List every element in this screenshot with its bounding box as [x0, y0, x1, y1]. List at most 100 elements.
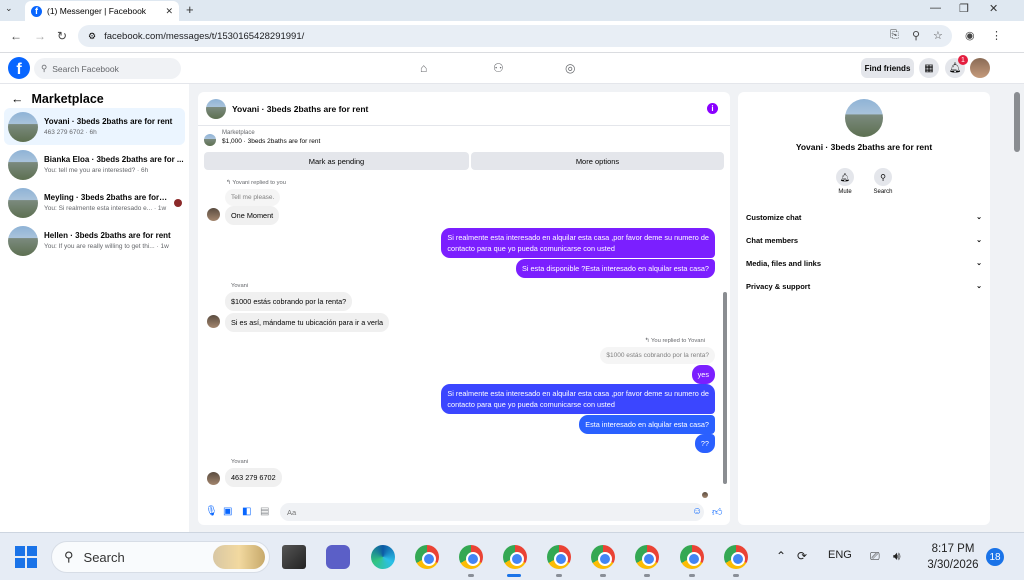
chrome-profile-icon[interactable] [724, 545, 748, 569]
home-icon[interactable]: ⌂ [420, 61, 427, 75]
sender-avatar [207, 208, 220, 221]
emoji-icon[interactable]: ☺ [692, 506, 703, 517]
menu-kebab-icon[interactable]: ⋮ [991, 29, 1002, 42]
message-bubble[interactable]: Si esta disponible ?Esta interesado en a… [515, 259, 715, 278]
conversation-item-bianka[interactable]: Bianka Eloa · 3beds 2baths are for ... Y… [4, 146, 185, 183]
gif-icon[interactable]: ▤ [260, 506, 271, 517]
notification-badge: 1 [958, 55, 968, 65]
running-indicator [468, 574, 474, 577]
zoom-icon[interactable]: ⚲ [912, 29, 920, 42]
sync-icon[interactable]: ⟳ [797, 549, 807, 563]
conversation-title: Yovani · 3beds 2baths are for rent [795, 142, 933, 152]
search-conversation-button[interactable]: ⚲ Search [868, 168, 898, 195]
find-friends-button[interactable]: Find friends [861, 58, 914, 78]
customize-chat-row[interactable]: Customize chat ⌄ [746, 213, 982, 222]
message-bubble[interactable]: 463 279 6702 [225, 468, 282, 487]
message-bubble[interactable]: One Moment [225, 206, 280, 225]
task-view-icon[interactable] [282, 545, 306, 569]
marketplace-label: Marketplace [222, 130, 255, 136]
facebook-search-input[interactable]: ⚲ Search Facebook [34, 58, 181, 79]
message-input[interactable] [280, 503, 704, 521]
chrome-profile-icon[interactable] [635, 545, 659, 569]
listing-thumbnail [8, 225, 38, 256]
taskbar-search[interactable]: ⚲ Search [51, 541, 270, 573]
message-bubble[interactable]: Si realmente esta interesado en alquilar… [441, 228, 715, 258]
maximize-button[interactable]: ❐ [959, 2, 969, 15]
taskbar-clock[interactable]: 8:17 PM 3/30/2026 [920, 541, 986, 573]
listing-strip[interactable]: Marketplace $1,000 · 3beds 2baths are fo… [204, 130, 320, 146]
facebook-logo-icon[interactable]: f [8, 57, 30, 79]
menu-grid-icon[interactable]: ▦ [919, 58, 939, 78]
info-icon[interactable]: i [707, 103, 718, 114]
chevron-down-icon: ⌄ [976, 214, 982, 221]
message-bubble[interactable]: yes [691, 365, 715, 384]
chrome-profile-active-icon[interactable] [503, 545, 527, 569]
teams-icon[interactable] [326, 545, 350, 569]
more-options-button[interactable]: More options [471, 152, 724, 170]
chat-listing-avatar[interactable] [206, 98, 226, 119]
show-hidden-icons-chevron-icon[interactable]: ⌃ [776, 549, 786, 563]
privacy-support-row[interactable]: Privacy & support ⌄ [746, 282, 982, 291]
running-indicator [600, 574, 606, 577]
close-window-button[interactable]: ✕ [989, 2, 998, 15]
address-bar[interactable]: ⚙ facebook.com/messages/t/15301654282919… [78, 25, 952, 47]
message-bubble[interactable]: Si es así, mándame tu ubicación para ir … [225, 313, 390, 332]
page-scrollbar-thumb[interactable] [1014, 92, 1020, 152]
bookmark-star-icon[interactable]: ☆ [933, 29, 943, 42]
install-app-icon[interactable]: ⎘ [890, 29, 899, 42]
chat-window: Yovani · 3beds 2baths are for rent i Mar… [198, 92, 730, 525]
back-icon[interactable]: ← [10, 29, 22, 43]
reload-icon[interactable]: ↻ [57, 29, 67, 43]
forward-icon[interactable]: → [34, 29, 46, 43]
message-bubble[interactable]: Esta interesado en alquilar esta casa? [579, 415, 715, 434]
message-bubble[interactable]: Si realmente esta interesado en alquilar… [441, 384, 715, 414]
volume-icon[interactable]: 🔊︎ [893, 549, 901, 564]
chrome-icon[interactable] [415, 545, 439, 569]
photo-icon[interactable]: ▣ [223, 506, 234, 517]
chrome-profile-icon[interactable] [547, 545, 571, 569]
bell-icon: 🔔︎ [836, 168, 854, 186]
messenger-main: ← Marketplace Yovani · 3beds 2baths are … [0, 84, 1012, 532]
groups-icon[interactable]: ◎ [565, 61, 575, 75]
listing-thumbnail [8, 187, 38, 218]
friends-icon[interactable]: ⚇ [493, 61, 504, 75]
media-files-links-row[interactable]: Media, files and links ⌄ [746, 259, 982, 268]
close-tab-icon[interactable]: ✕ [165, 6, 173, 17]
mark-as-pending-button[interactable]: Mark as pending [204, 152, 469, 170]
like-thumb-icon[interactable]: 👍︎ [712, 506, 723, 518]
windows-start-icon[interactable] [15, 546, 37, 568]
facebook-favicon-icon: f [31, 5, 42, 17]
url-text[interactable]: facebook.com/messages/t/1530165428291991… [104, 31, 304, 42]
tab-list-chevron-icon[interactable]: ⌄ [5, 3, 13, 14]
conversation-sidebar: ← Marketplace Yovani · 3beds 2baths are … [0, 84, 189, 532]
new-tab-button[interactable]: + [186, 2, 194, 17]
conversation-name: Hellen · 3beds 2baths are for rent [44, 231, 171, 240]
message-bubble[interactable]: $1000 estás cobrando por la renta? [225, 292, 353, 311]
profile-icon[interactable]: ◉ [965, 29, 975, 42]
conversation-item-meyling[interactable]: Meyling · 3beds 2baths are for r... You:… [4, 184, 185, 221]
site-info-icon[interactable]: ⚙ [88, 31, 96, 42]
microphone-icon[interactable]: 🎙︎ [205, 506, 218, 517]
chat-title[interactable]: Yovani · 3beds 2baths are for rent [232, 104, 368, 114]
search-icon: ⚲ [41, 63, 48, 73]
chrome-profile-icon[interactable] [680, 545, 704, 569]
chrome-profile-icon[interactable] [459, 545, 483, 569]
minimize-button[interactable]: — [930, 2, 941, 14]
notification-center-badge[interactable]: 18 [986, 548, 1004, 566]
sender-name: Yovani [231, 459, 249, 465]
chrome-profile-icon[interactable] [591, 545, 615, 569]
back-arrow-icon[interactable]: ← [11, 92, 24, 106]
page-scrollbar[interactable] [1012, 84, 1024, 532]
edge-icon[interactable] [371, 545, 395, 569]
browser-tab[interactable]: f (1) Messenger | Facebook ✕ [25, 1, 179, 21]
conversation-item-hellen[interactable]: Hellen · 3beds 2baths are for rent You: … [4, 222, 185, 259]
conversation-item-yovani[interactable]: Yovani · 3beds 2baths are for rent 463 2… [4, 108, 185, 145]
chat-members-row[interactable]: Chat members ⌄ [746, 236, 982, 245]
network-icon[interactable]: ⎚ [870, 549, 880, 564]
input-language[interactable]: ENG [828, 549, 852, 561]
message-bubble[interactable]: ?? [694, 434, 715, 453]
chat-scrollbar-thumb[interactable] [723, 292, 727, 484]
sticker-icon[interactable]: ◧ [242, 506, 253, 517]
user-avatar[interactable] [970, 58, 990, 78]
mute-button[interactable]: 🔔︎ Mute [830, 168, 860, 195]
